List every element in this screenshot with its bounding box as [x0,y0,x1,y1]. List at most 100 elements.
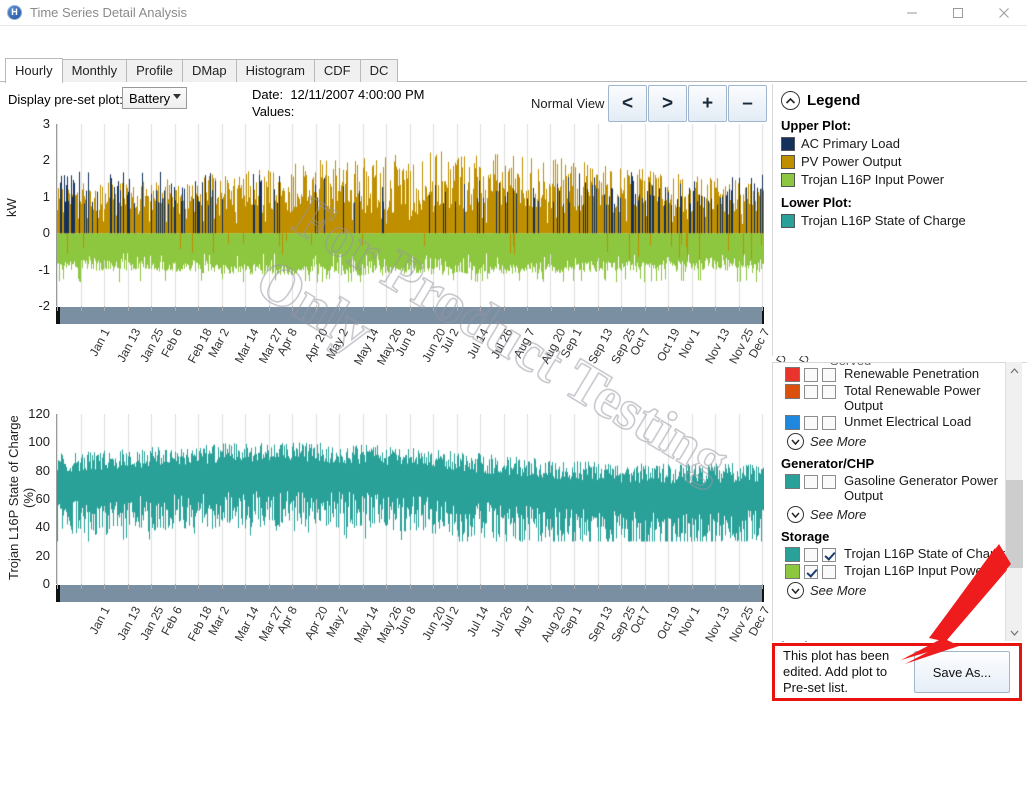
previous-button[interactable]: < [608,85,647,122]
tab-dc[interactable]: DC [360,59,399,82]
y-tick-label: 3 [0,116,50,131]
variable-color-swatch[interactable] [785,547,800,562]
variable-color-swatch[interactable] [785,415,800,430]
y-tick-label: 0 [0,576,50,591]
see-more-button[interactable]: See More [787,582,1009,599]
scroll-up-icon[interactable] [1006,362,1023,379]
x-tick-label: Oct 19 [654,326,683,364]
see-more-button[interactable]: See More [787,506,1009,523]
legend-color-swatch [781,155,795,169]
chevron-down-icon [173,94,181,99]
see-more-button[interactable]: See More [787,433,1009,450]
y-tick-label: 1 [0,189,50,204]
y-tick-label: 60 [0,491,50,506]
preset-plot-value: Battery [129,91,170,106]
legend-group-title: Upper Plot: [781,118,1027,133]
zoom-in-button[interactable]: + [688,85,727,122]
tab-monthly[interactable]: Monthly [62,59,128,82]
legend-item: AC Primary Load [781,136,1027,151]
variable-row[interactable]: Trojan L16P State of Charge [779,546,1009,562]
upper-plot-checkbox[interactable] [804,368,818,382]
y-tick-label: -1 [0,262,50,277]
variable-row[interactable]: Renewable Penetration [779,366,1009,382]
chevron-up-icon[interactable] [781,91,800,110]
x-tick-label: Jan 1 [87,604,113,636]
variable-label: Trojan L16P State of Charge [840,546,1009,561]
x-tick-label: Apr 20 [301,604,330,642]
variable-group-storage: Storage [781,529,1009,544]
legend-item: Trojan L16P State of Charge [781,213,1027,228]
y-tick-label: 100 [0,434,50,449]
maximize-icon[interactable] [935,0,981,26]
upper-plot-tick-marks [57,306,764,311]
tab-label: Profile [136,63,173,78]
x-tick-label: Jul 14 [464,326,491,361]
tab-cdf[interactable]: CDF [314,59,361,82]
variable-row[interactable]: Trojan L16P Input Power [779,563,1009,579]
variable-color-swatch[interactable] [785,367,800,382]
minimize-icon[interactable] [889,0,935,26]
see-more-label: See More [810,434,866,449]
save-message: This plot has been edited. Add plot to P… [775,648,910,696]
chevron-down-icon [787,506,804,523]
close-icon[interactable] [981,0,1027,26]
tab-bar: Hourly Monthly Profile DMap Histogram CDFDC [0,58,1027,82]
variables-list-scrollbar[interactable] [1005,362,1022,641]
lower-plot-checkbox[interactable] [822,475,836,489]
preset-plot-select[interactable]: Battery [122,87,187,109]
variable-color-swatch[interactable] [785,564,800,579]
preset-plot-label: Display pre-set plot: [8,92,123,107]
variable-row[interactable]: Total Renewable Power Output [779,383,1009,413]
variable-row[interactable]: Unmet Electrical Load [779,414,1009,430]
upper-plot-checkbox[interactable] [804,548,818,562]
legend-item: Trojan L16P Input Power [781,172,1027,187]
variable-color-swatch[interactable] [785,384,800,399]
date-value: 12/11/2007 4:00:00 PM [290,87,424,102]
tab-histogram[interactable]: Histogram [236,59,315,82]
legend-item-label: Trojan L16P State of Charge [801,213,966,228]
variable-color-swatch[interactable] [785,474,800,489]
upper-plot-checkbox[interactable] [804,475,818,489]
lower-plot-checkbox[interactable] [822,565,836,579]
upper-plot[interactable]: kW 3210-1-2 Jan 1Jan 13Jan 25Feb 6Feb 18… [0,118,768,318]
x-tick-label: Jul 26 [487,326,514,361]
lower-plot-canvas[interactable] [56,414,764,584]
scrollbar-thumb[interactable] [1006,480,1023,568]
upper-plot-canvas[interactable] [56,124,764,306]
tab-label: Hourly [15,63,53,78]
lower-plot[interactable]: Trojan L16P State of Charge (%) 02040608… [0,408,768,588]
variable-label: Renewable Penetration [840,366,979,381]
y-tick-label: 40 [0,519,50,534]
legend-color-swatch [781,214,795,228]
lower-plot-checkbox[interactable] [822,548,836,562]
upper-plot-checkbox[interactable] [804,416,818,430]
legend-group-title: Lower Plot: [781,195,1027,210]
tab-dmap[interactable]: DMap [182,59,237,82]
variable-row[interactable]: Gasoline Generator Power Output [779,473,1009,503]
scroll-down-icon[interactable] [1006,624,1023,641]
zoom-out-button[interactable]: – [728,85,767,122]
legend-item: PV Power Output [781,154,1027,169]
legend-item-label: AC Primary Load [801,136,900,151]
x-tick-label: Apr 20 [301,326,330,364]
upper-plot-checkbox[interactable] [804,385,818,399]
tab-label: Histogram [246,63,305,78]
lower-plot-checkbox[interactable] [822,385,836,399]
save-as-button[interactable]: Save As... [914,651,1010,693]
legend-item-label: PV Power Output [801,154,901,169]
variable-label: Gasoline Generator Power Output [840,473,1009,503]
see-more-label: See More [810,583,866,598]
lower-plot-tick-marks [57,584,764,589]
tab-profile[interactable]: Profile [126,59,183,82]
tab-hourly[interactable]: Hourly [5,58,63,83]
next-button[interactable]: > [648,85,687,122]
x-tick-label: Oct 19 [654,604,683,642]
view-mode-label: Normal View [531,96,604,111]
y-tick-label: 80 [0,463,50,478]
variables-list[interactable]: ServedRenewable PenetrationTotal Renewab… [772,362,1027,641]
upper-plot-checkbox[interactable] [804,565,818,579]
legend-header[interactable]: Legend [773,84,1027,110]
legend-color-swatch [781,137,795,151]
lower-plot-checkbox[interactable] [822,416,836,430]
lower-plot-checkbox[interactable] [822,368,836,382]
